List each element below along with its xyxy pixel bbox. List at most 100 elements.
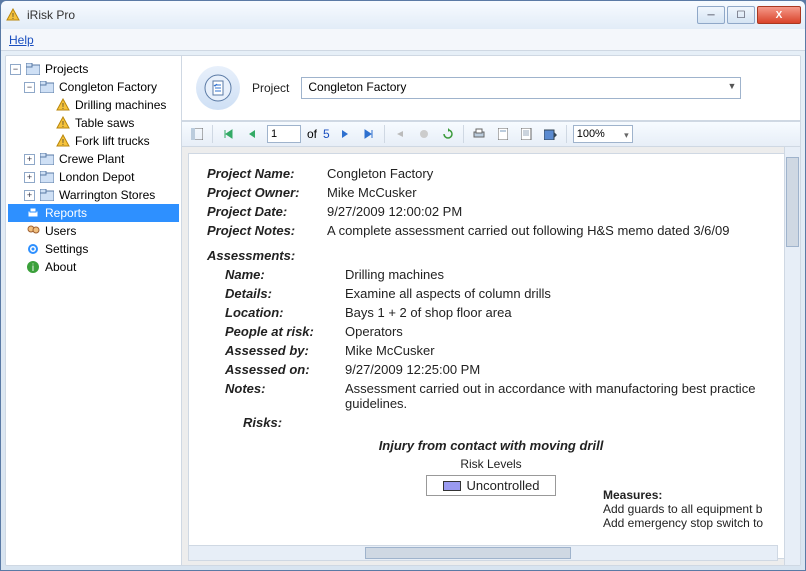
sidebar-tree[interactable]: − Projects − Congleton Factory · ! Drill… [6, 56, 182, 565]
value-notes: Assessment carried out in accordance wit… [345, 381, 775, 411]
tree-warrington[interactable]: + Warrington Stores [8, 186, 179, 204]
label-risks: Risks: [243, 415, 363, 430]
gear-icon [25, 241, 41, 257]
expand-icon[interactable]: + [24, 190, 35, 201]
value-project-date: 9/27/2009 12:00:02 PM [327, 204, 775, 219]
expand-icon[interactable]: + [24, 154, 35, 165]
report-icon [196, 66, 240, 110]
expand-icon[interactable]: − [10, 64, 21, 75]
print-button[interactable] [470, 125, 488, 143]
prev-page-button[interactable] [243, 125, 261, 143]
menu-help[interactable]: Help [9, 33, 34, 47]
tree-label: Drilling machines [75, 98, 166, 112]
zoom-dropdown[interactable]: 100% [573, 125, 633, 143]
app-window: ! iRisk Pro ─ ☐ X Help − Projects − Cong… [0, 0, 806, 571]
tree-label: Users [45, 224, 76, 238]
value-location: Bays 1 + 2 of shop floor area [345, 305, 775, 320]
minimize-button[interactable]: ─ [697, 6, 725, 24]
tree-label: Congleton Factory [59, 80, 157, 94]
maximize-button[interactable]: ☐ [727, 6, 755, 24]
separator [384, 125, 385, 143]
last-page-button[interactable] [360, 125, 378, 143]
risk-legend: Uncontrolled [426, 475, 556, 496]
label-location: Location: [225, 305, 345, 320]
folder-icon [39, 169, 55, 185]
tree-label: Table saws [75, 116, 134, 130]
risk-levels-label: Risk Levels [207, 457, 775, 471]
menubar: Help [1, 29, 805, 51]
tree-settings[interactable]: · Settings [8, 240, 179, 258]
label-assessed-on: Assessed on: [225, 362, 345, 377]
svg-text:!: ! [62, 120, 64, 129]
value-project-owner: Mike McCusker [327, 185, 775, 200]
next-page-button[interactable] [336, 125, 354, 143]
value-name: Drilling machines [345, 267, 775, 282]
tree-users[interactable]: · Users [8, 222, 179, 240]
window-title: iRisk Pro [27, 8, 697, 22]
separator [566, 125, 567, 143]
dropdown-value: Congleton Factory [308, 80, 406, 94]
close-button[interactable]: X [757, 6, 801, 24]
print-layout-button[interactable] [494, 125, 512, 143]
toggle-sidebar-button[interactable] [188, 125, 206, 143]
expand-icon[interactable]: − [24, 82, 35, 93]
tree-drilling[interactable]: · ! Drilling machines [8, 96, 179, 114]
tree-tablesaws[interactable]: · ! Table saws [8, 114, 179, 132]
svg-text:!: ! [62, 138, 64, 147]
risk-title: Injury from contact with moving drill [207, 438, 775, 453]
project-dropdown[interactable]: Congleton Factory [301, 77, 741, 99]
tree-about[interactable]: · i About [8, 258, 179, 276]
tree-congleton[interactable]: − Congleton Factory [8, 78, 179, 96]
vertical-scrollbar[interactable] [784, 147, 800, 565]
users-icon [25, 223, 41, 239]
tree-projects[interactable]: − Projects [8, 60, 179, 78]
tree-london[interactable]: + London Depot [8, 168, 179, 186]
scrollbar-thumb[interactable] [365, 547, 571, 559]
page-current-input[interactable]: 1 [267, 125, 301, 143]
tree-forklift[interactable]: · ! Fork lift trucks [8, 132, 179, 150]
scrollbar-thumb[interactable] [786, 157, 799, 247]
first-page-button[interactable] [219, 125, 237, 143]
value-project-name: Congleton Factory [327, 166, 775, 181]
label-project-owner: Project Owner: [207, 185, 327, 200]
value-assessed-by: Mike McCusker [345, 343, 775, 358]
titlebar[interactable]: ! iRisk Pro ─ ☐ X [1, 1, 805, 29]
refresh-button[interactable] [439, 125, 457, 143]
separator [463, 125, 464, 143]
back-button[interactable] [391, 125, 409, 143]
value-people: Operators [345, 324, 775, 339]
printer-icon [25, 205, 41, 221]
warning-icon: ! [55, 133, 71, 149]
value-project-notes: A complete assessment carried out follow… [327, 223, 775, 238]
label-assessments: Assessments: [207, 248, 775, 263]
warning-icon: ! [55, 97, 71, 113]
tree-reports[interactable]: · Reports [8, 204, 179, 222]
horizontal-scrollbar[interactable] [188, 545, 778, 561]
project-selector-row: Project Congleton Factory [182, 56, 800, 121]
report-viewport[interactable]: Project Name:Congleton Factory Project O… [182, 147, 800, 565]
tree-label: Crewe Plant [59, 152, 124, 166]
tree-label: Reports [45, 206, 87, 220]
expand-icon[interactable]: + [24, 172, 35, 183]
folder-icon [39, 187, 55, 203]
value-details: Examine all aspects of column drills [345, 286, 775, 301]
stop-button[interactable] [415, 125, 433, 143]
tree-crewe[interactable]: + Crewe Plant [8, 150, 179, 168]
svg-text:i: i [32, 263, 34, 274]
app-icon: ! [5, 7, 21, 23]
page-of-label: of [307, 127, 317, 141]
label-name: Name: [225, 267, 345, 282]
warning-icon: ! [55, 115, 71, 131]
label-project-date: Project Date: [207, 204, 327, 219]
label-people: People at risk: [225, 324, 345, 339]
measures-text: Add guards to all equipment b Add emerge… [603, 502, 783, 530]
label-project-name: Project Name: [207, 166, 327, 181]
tree-label: Settings [45, 242, 88, 256]
export-button[interactable] [542, 125, 560, 143]
separator [212, 125, 213, 143]
legend-label-uncontrolled: Uncontrolled [467, 478, 540, 493]
label-measures: Measures: [603, 488, 783, 502]
page-setup-button[interactable] [518, 125, 536, 143]
project-label: Project [252, 81, 289, 95]
value-assessed-on: 9/27/2009 12:25:00 PM [345, 362, 775, 377]
